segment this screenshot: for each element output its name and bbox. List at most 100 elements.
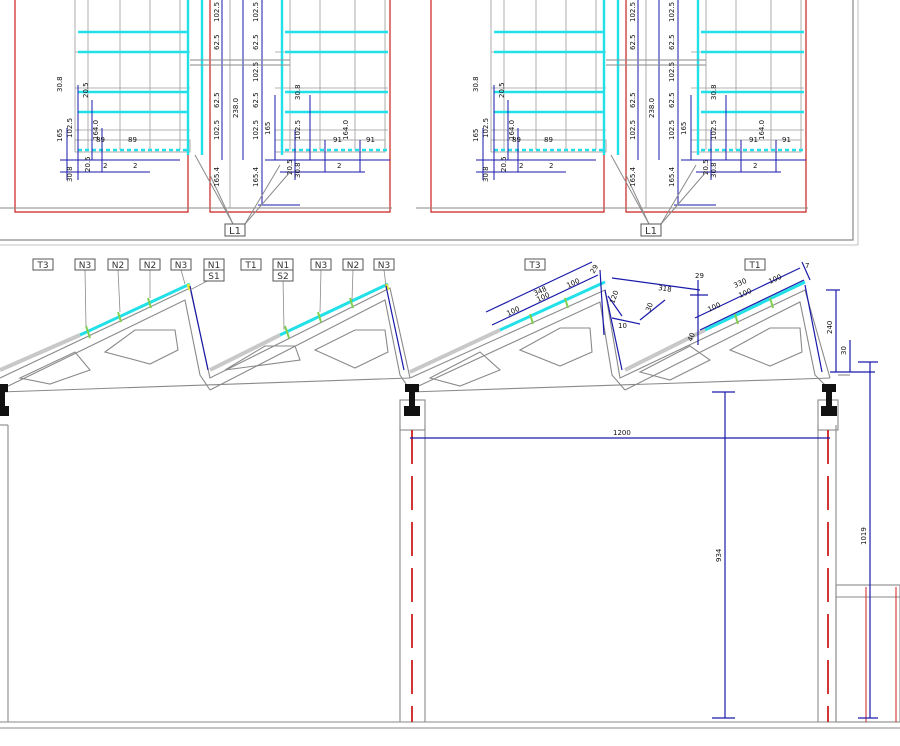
dim-text: 102.5 [252,62,260,82]
dim-text: 100 [565,277,581,290]
roof-inner [209,299,411,391]
dim-text: 62.5 [629,92,637,108]
dim-text: 165 [472,129,480,142]
tag-leaders [84,269,387,331]
tag-n2: N2 [342,258,364,271]
dim-text: 91 [333,136,342,144]
bottom-chord [409,377,831,393]
tag-n3: N3 [310,258,332,271]
tag-n3: N3 [74,258,96,271]
plan-frame [0,0,854,241]
tag-text: S1 [208,272,219,282]
dim-text: 30.8 [56,76,64,92]
section-dim-texts: 348 100 100 100 29 318 30 10 120 40 29 3… [505,262,868,562]
tag-n1: N1 [203,258,225,271]
dim-text: 2 [753,162,757,170]
dim-text: 102.5 [668,62,676,82]
dim-text: 238.0 [232,98,240,118]
tag-n2: N2 [107,258,129,271]
dim-text: 62.5 [668,34,676,50]
plan-dim-texts: 102.5 62.5 62.5 102.5 165.4 102.5 62.5 1… [472,2,791,187]
tag-text: S2 [277,272,288,282]
dim-text: 100 [505,305,521,318]
dim-text: 102.5 [710,120,718,140]
dim-text: 29 [695,272,704,280]
dim-text: 120 [608,289,620,304]
roof-inner [0,299,211,391]
dim-text: 20.5 [498,82,506,98]
dim-text: 62.5 [252,92,260,108]
dim-text: 240 [826,321,834,334]
leader-lines [610,154,707,225]
plan-view: L1 102.5 62.5 62.5 102.5 165.4 102.5 62.… [0,0,859,246]
tag-t3-left: T3 [32,258,54,271]
leader-lines [194,154,291,225]
dim-text: 102.5 [294,120,302,140]
dim-text: 165.4 [629,166,637,187]
tag-text: N3 [378,261,390,271]
dim-text: 62.5 [213,92,221,108]
dim-text: 10 [618,322,627,330]
label-l1: L1 [229,226,241,237]
dim-text: 30.8 [710,162,718,178]
dim-text: 7 [805,262,809,270]
dim-text: 100 [706,301,722,314]
dim-text: 2 [133,162,137,170]
tag-n1: N1 [272,258,294,271]
dim-text: 102.5 [66,118,74,138]
dim-text: 318 [658,284,672,294]
dim-text: 62.5 [252,34,260,50]
tag-text: N2 [347,261,359,271]
dim-text: 100 [767,273,783,286]
truss-opening [103,329,179,365]
dim-text: 30.8 [294,84,302,100]
tag-text: N2 [112,261,124,271]
plan-block-right: L1 102.5 62.5 62.5 102.5 165.4 102.5 62.… [416,0,808,237]
tag-n3: N3 [170,258,192,271]
dim-text: 91 [366,136,375,144]
dim-text: 165 [56,129,64,142]
tag-n2: N2 [139,258,161,271]
dim-text: 238.0 [648,98,656,118]
plan-dim-texts: 102.5 62.5 62.5 102.5 165.4 102.5 62.5 1… [56,2,375,187]
dim-text: 1019 [860,527,868,545]
dim-text: 2 [549,162,553,170]
tag-t1-right: T1 [744,258,766,271]
dim-text: 102.5 [668,120,676,140]
tag-s1: S1 [203,269,225,282]
dim-text: 102.5 [482,118,490,138]
tag-text: T3 [528,261,540,271]
dim-text: 102.5 [213,120,221,140]
dim-text: 164.0 [342,120,350,140]
dim-text: 91 [749,136,758,144]
tag-text: T1 [244,261,256,271]
tag-text: N2 [144,261,156,271]
dim-text: 934 [715,548,723,562]
drawing-canvas: L1 102.5 62.5 62.5 102.5 165.4 102.5 62.… [0,0,900,729]
tag-text: T3 [36,261,48,271]
dim-text: 20.5 [286,159,294,175]
dim-text: 62.5 [668,92,676,108]
dim-text: 100 [737,287,753,300]
plan-dimension-lines [60,0,390,206]
dim-text: 165.4 [668,166,676,187]
dim-text: 102.5 [252,120,260,140]
dim-text: 89 [512,136,521,144]
section-view: 348 100 100 100 29 318 30 10 120 40 29 3… [0,258,900,729]
dim-text: 30 [840,346,848,355]
cad-drawing: L1 102.5 62.5 62.5 102.5 165.4 102.5 62.… [0,0,900,742]
beam-section [0,384,9,416]
dim-text: 30.8 [472,76,480,92]
dim-text: 20.5 [702,159,710,175]
dim-text: 29 [589,263,600,275]
dim-text: 164.0 [758,120,766,140]
dim-text: 102.5 [629,120,637,140]
tag-n3: N3 [373,258,395,271]
dim-text: 165 [680,122,688,135]
dim-text: 91 [782,136,791,144]
tag-text: N3 [315,261,327,271]
tag-s2: S2 [272,269,294,282]
dim-text: 30.8 [710,84,718,100]
roof-inner [409,301,626,391]
dim-text: 2 [337,162,341,170]
